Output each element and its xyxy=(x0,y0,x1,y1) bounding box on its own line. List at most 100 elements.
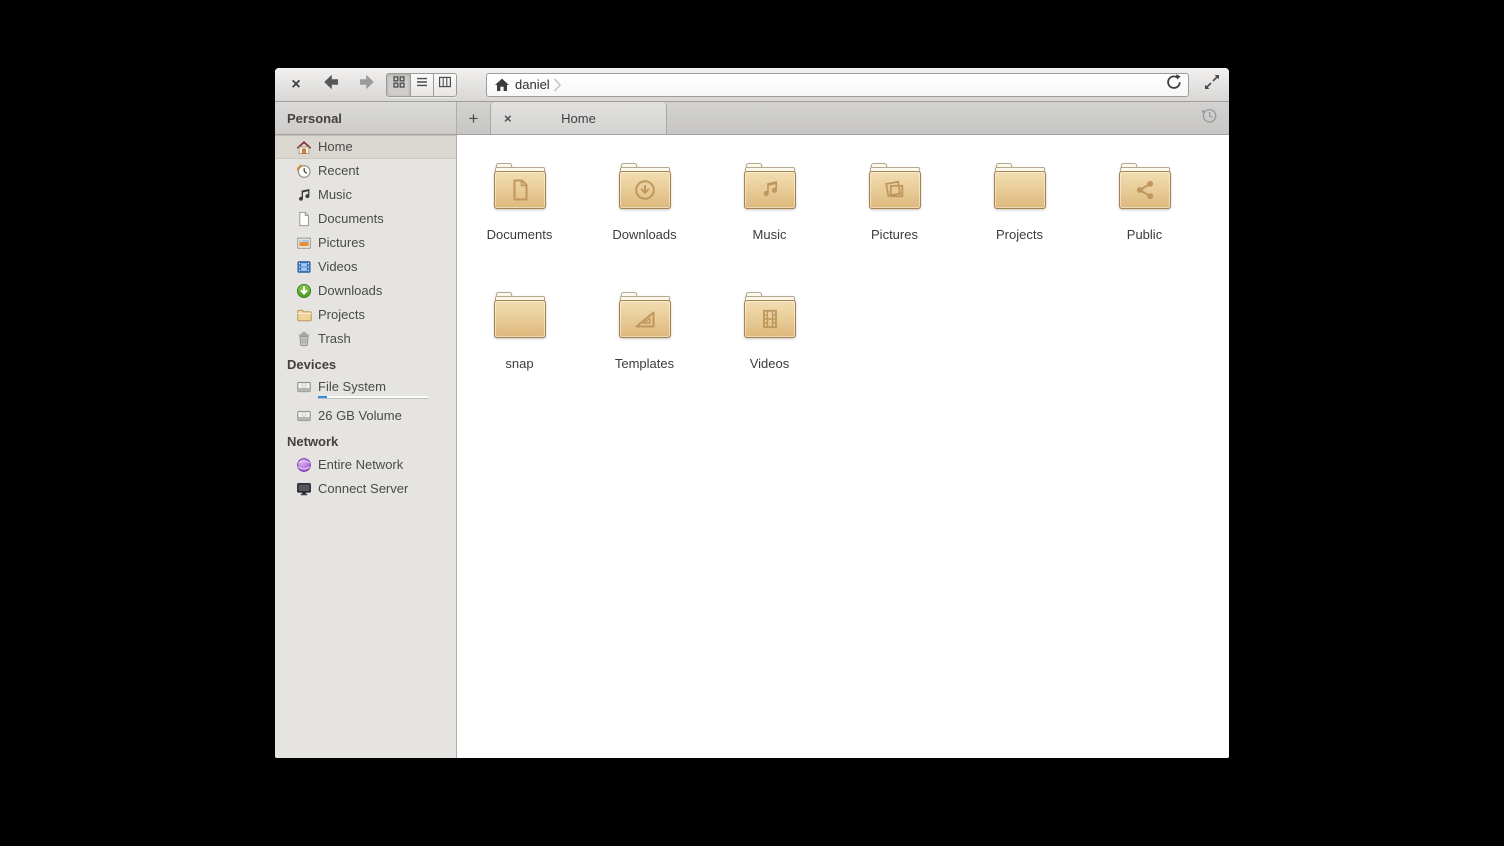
disk-usage-bar xyxy=(318,396,428,399)
chevron-right-icon xyxy=(553,77,562,93)
trash-icon xyxy=(296,331,312,347)
history-clock-icon xyxy=(1200,106,1219,130)
history-button[interactable] xyxy=(1189,102,1229,134)
folder-icon-videos xyxy=(741,290,799,342)
sidebar-item-pictures[interactable]: Pictures xyxy=(275,231,456,255)
column-view-button[interactable] xyxy=(433,74,456,96)
folder-grid: Documents Downloads Music Pictures ProjectsP… xyxy=(457,135,1229,419)
sidebar-item-trash[interactable]: Trash xyxy=(275,327,456,351)
home-icon xyxy=(296,139,312,155)
folder-label: Music xyxy=(753,228,787,242)
sidebar-item-label: File System xyxy=(318,379,456,395)
harddisk-icon xyxy=(296,379,312,395)
content-area: Documents Downloads Music Pictures ProjectsP… xyxy=(457,135,1229,758)
view-mode-switcher xyxy=(386,73,457,97)
arrow-back-icon xyxy=(321,72,341,97)
list-view-button[interactable] xyxy=(410,74,433,96)
sidebar-section-header-devices: Devices xyxy=(275,352,456,376)
folder-downloads[interactable]: Downloads xyxy=(582,161,707,290)
grid-view-button[interactable] xyxy=(387,74,410,96)
sidebar-section-header-network: Network xyxy=(275,429,456,453)
folder-label: Documents xyxy=(487,228,553,242)
column-view-icon xyxy=(437,74,453,95)
path-bar[interactable]: daniel xyxy=(486,73,1189,97)
breadcrumb-home-icon xyxy=(494,77,510,93)
sidebar-item-connect-server[interactable]: Connect Server xyxy=(275,477,456,501)
sidebar-item-downloads[interactable]: Downloads xyxy=(275,279,456,303)
header-band: Personal + × Home xyxy=(275,102,1229,135)
breadcrumb-label: daniel xyxy=(515,77,550,92)
tab-close-button[interactable]: × xyxy=(504,111,512,126)
expand-diagonal-icon xyxy=(1203,73,1221,96)
folder-icon-pictures xyxy=(866,161,924,213)
main-area: HomeRecentMusicDocumentsPicturesVideosDo… xyxy=(275,135,1229,758)
sidebar-item-26-gb-volume[interactable]: 26 GB Volume xyxy=(275,404,456,428)
sidebar-item-music[interactable]: Music xyxy=(275,183,456,207)
folder-videos[interactable]: Videos xyxy=(707,290,832,419)
files-window: × daniel xyxy=(275,68,1229,758)
folder-icon-templates xyxy=(616,290,674,342)
folder-projects[interactable]: Projects xyxy=(957,161,1082,290)
folder-pictures[interactable]: Pictures xyxy=(832,161,957,290)
sidebar-item-label: Downloads xyxy=(318,283,456,299)
sidebar-item-videos[interactable]: Videos xyxy=(275,255,456,279)
network-globe-icon xyxy=(296,457,312,473)
refresh-icon xyxy=(1165,73,1183,96)
sidebar-item-label: Trash xyxy=(318,331,456,347)
new-tab-button[interactable]: + xyxy=(457,102,490,134)
folder-icon-share xyxy=(1116,161,1174,213)
folder-icon xyxy=(296,307,312,323)
folder-templates[interactable]: Templates xyxy=(582,290,707,419)
sidebar-item-entire-network[interactable]: Entire Network xyxy=(275,453,456,477)
sidebar-item-label: Connect Server xyxy=(318,481,456,497)
folder-label: Downloads xyxy=(612,228,676,242)
sidebar-section-label: Personal xyxy=(287,111,342,126)
folder-snap[interactable]: snap xyxy=(457,290,582,419)
folder-public[interactable]: Public xyxy=(1082,161,1207,290)
back-button[interactable] xyxy=(321,75,341,95)
folder-icon-music xyxy=(741,161,799,213)
folder-label: Templates xyxy=(615,357,674,371)
sidebar-item-label: Entire Network xyxy=(318,457,456,473)
folder-icon-none xyxy=(491,290,549,342)
sidebar-item-home[interactable]: Home xyxy=(275,135,456,159)
folder-icon-document xyxy=(491,161,549,213)
server-icon xyxy=(296,481,312,497)
sidebar-item-recent[interactable]: Recent xyxy=(275,159,456,183)
forward-button[interactable] xyxy=(357,75,377,95)
sidebar-item-label: Videos xyxy=(318,259,456,275)
tab-home[interactable]: × Home xyxy=(490,102,667,134)
sidebar: Home Recent Music Documents Pictures Videos Do… xyxy=(275,135,457,758)
harddisk-icon xyxy=(296,408,312,424)
toolbar: × daniel xyxy=(275,68,1229,102)
arrow-forward-icon xyxy=(357,72,377,97)
sidebar-item-label: Documents xyxy=(318,211,456,227)
sidebar-section-header-personal: Personal xyxy=(275,102,457,134)
sidebar-item-label: Recent xyxy=(318,163,456,179)
refresh-button[interactable] xyxy=(1163,74,1185,96)
fullscreen-button[interactable] xyxy=(1203,76,1221,94)
sidebar-item-label: Pictures xyxy=(318,235,456,251)
sidebar-item-file-system[interactable]: File System xyxy=(275,376,456,404)
folder-label: snap xyxy=(505,357,533,371)
folder-documents[interactable]: Documents xyxy=(457,161,582,290)
sidebar-item-label: Music xyxy=(318,187,456,203)
folder-icon-none xyxy=(991,161,1049,213)
downloads-icon xyxy=(296,283,312,299)
window-close-button[interactable]: × xyxy=(289,77,303,93)
pictures-icon xyxy=(296,235,312,251)
sidebar-item-projects[interactable]: Projects xyxy=(275,303,456,327)
sidebar-item-label: Home xyxy=(318,139,456,155)
breadcrumb-segment-home[interactable]: daniel xyxy=(494,74,550,96)
grid-view-icon xyxy=(391,74,407,95)
sidebar-item-documents[interactable]: Documents xyxy=(275,207,456,231)
videos-icon xyxy=(296,259,312,275)
tab-bar: + × Home xyxy=(457,102,1229,134)
sidebar-item-label: Projects xyxy=(318,307,456,323)
list-view-icon xyxy=(414,74,430,95)
recent-icon xyxy=(296,163,312,179)
folder-label: Videos xyxy=(750,357,790,371)
folder-label: Pictures xyxy=(871,228,918,242)
folder-music[interactable]: Music xyxy=(707,161,832,290)
sidebar-item-label: 26 GB Volume xyxy=(318,408,456,424)
